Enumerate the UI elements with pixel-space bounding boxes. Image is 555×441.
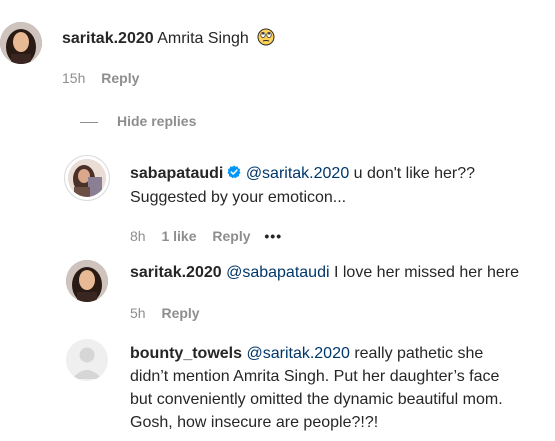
reply-bounty-username[interactable]: bounty_towels xyxy=(130,345,242,362)
top-comment-reply-button[interactable]: Reply xyxy=(101,70,139,86)
default-avatar-icon xyxy=(66,339,108,381)
reply-sabapataudi-username[interactable]: sabapataudi xyxy=(130,165,223,182)
avatar-sabapataudi[interactable] xyxy=(64,155,110,201)
reply-bounty-text-line2: didn’t mention Amrita Singh. Put her dau… xyxy=(130,368,500,385)
reply-sabapataudi-time: 8h xyxy=(130,228,146,244)
rolling-eyes-emoji-icon xyxy=(257,28,275,46)
reply-saritak-reply-button[interactable]: Reply xyxy=(161,305,199,321)
reply-bounty-mention[interactable]: @saritak.2020 xyxy=(246,345,349,362)
hide-replies-button[interactable]: Hide replies xyxy=(117,113,196,129)
hide-replies-divider xyxy=(80,122,98,123)
avatar-saritak-reply[interactable] xyxy=(66,260,108,302)
reply-saritak-meta: 5h Reply xyxy=(130,305,200,321)
reply-bounty-text-line3: but conveniently omitted the dynamic bea… xyxy=(130,391,503,408)
reply-saritak: saritak.2020 @sabapataudi I love her mis… xyxy=(130,261,519,285)
avatar-sabapataudi-photo xyxy=(68,159,106,197)
reply-sabapataudi-meta: 8h 1 like Reply ••• xyxy=(130,228,282,244)
reply-sabapataudi-mention[interactable]: @saritak.2020 xyxy=(246,165,349,182)
reply-saritak-username[interactable]: saritak.2020 xyxy=(130,264,222,281)
reply-saritak-time: 5h xyxy=(130,305,146,321)
verified-badge-icon xyxy=(227,163,241,179)
top-comment-username[interactable]: saritak.2020 xyxy=(62,30,154,47)
reply-sabapataudi-reply-button[interactable]: Reply xyxy=(212,228,250,244)
top-comment: saritak.2020 Amrita Singh xyxy=(62,27,275,51)
reply-bounty: bounty_towels @saritak.2020 really pathe… xyxy=(130,342,483,366)
reply-sabapataudi-text-line1: u don't like her?? xyxy=(353,165,476,182)
reply-saritak-mention[interactable]: @sabapataudi xyxy=(226,264,329,281)
reply-sabapataudi-text-line2: Suggested by your emoticon... xyxy=(130,189,347,206)
reply-bounty-text-line1: really pathetic she xyxy=(354,345,484,362)
top-comment-time: 15h xyxy=(62,70,86,86)
more-options-icon[interactable]: ••• xyxy=(264,228,282,244)
top-comment-text: Amrita Singh xyxy=(157,30,249,47)
reply-saritak-text: I love her missed her here xyxy=(333,264,519,281)
reply-sabapataudi: sabapataudi @saritak.2020 u don't like h… xyxy=(130,162,475,186)
avatar-saritak[interactable] xyxy=(0,22,42,64)
avatar-bounty-towels[interactable] xyxy=(66,339,108,381)
top-comment-meta: 15h Reply xyxy=(62,70,139,86)
reply-bounty-text-line4: Gosh, how insecure are people?!?! xyxy=(130,414,379,431)
reply-sabapataudi-likes[interactable]: 1 like xyxy=(161,228,196,244)
